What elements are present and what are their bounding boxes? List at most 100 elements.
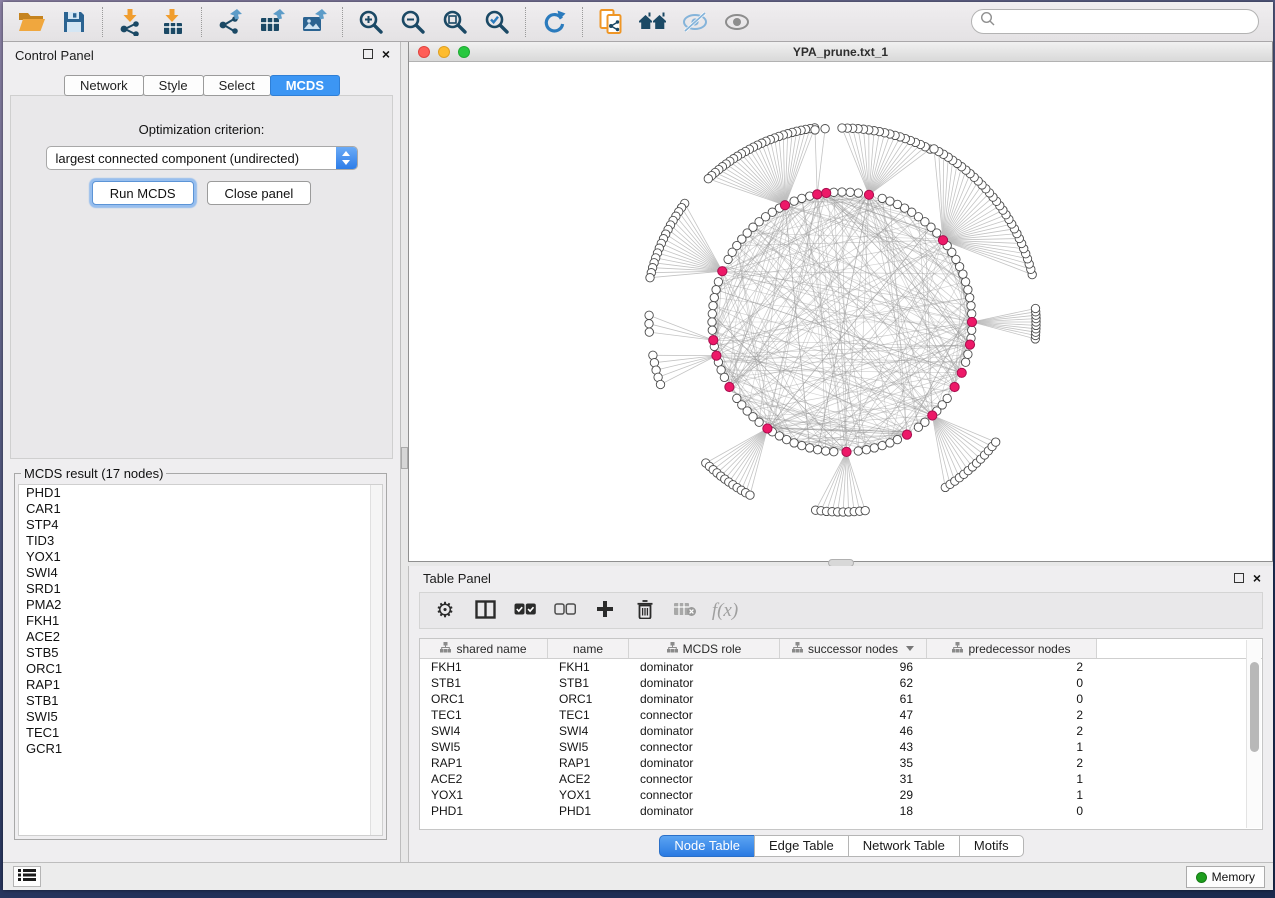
table-row[interactable]: SWI4SWI4dominator462 [420,723,1262,739]
mcds-result-item[interactable]: PHD1 [19,485,382,501]
column-header-predecessor-nodes[interactable]: predecessor nodes [927,639,1097,658]
float-table-panel-icon[interactable] [1234,573,1244,583]
table-cell[interactable]: SWI4 [548,723,629,739]
delete-column-button[interactable] [630,597,660,625]
save-session-button[interactable] [56,6,92,38]
optimization-dropdown[interactable]: largest connected component (undirected) [46,146,358,170]
mcds-result-item[interactable]: RAP1 [19,677,382,693]
show-columns-button[interactable] [470,597,500,625]
refresh-layout-button[interactable] [536,6,572,38]
table-cell[interactable]: 46 [780,723,927,739]
table-cell[interactable]: 61 [780,691,927,707]
table-cell[interactable]: 43 [780,739,927,755]
table-row[interactable]: RAP1RAP1dominator352 [420,755,1262,771]
table-cell[interactable]: TEC1 [420,707,548,723]
table-cell[interactable]: SWI5 [420,739,548,755]
mcds-result-item[interactable]: SRD1 [19,581,382,597]
table-cell[interactable]: ORC1 [548,691,629,707]
hide-selected-button[interactable] [677,6,713,38]
table-row[interactable]: STB1STB1dominator620 [420,675,1262,691]
table-row[interactable]: TEC1TEC1connector472 [420,707,1262,723]
table-cell[interactable]: 1 [927,771,1097,787]
table-cell[interactable]: RAP1 [420,755,548,771]
table-row[interactable]: YOX1YOX1connector291 [420,787,1262,803]
zoom-window-icon[interactable] [458,46,470,58]
table-cell[interactable]: connector [629,707,780,723]
first-neighbors-button[interactable] [635,6,671,38]
mcds-result-item[interactable]: PMA2 [19,597,382,613]
table-cell[interactable]: dominator [629,803,780,819]
table-cell[interactable]: 1 [927,739,1097,755]
function-builder-button[interactable]: f(x) [710,597,740,625]
export-table-button[interactable] [254,6,290,38]
minimize-window-icon[interactable] [438,46,450,58]
tab-mcds[interactable]: MCDS [270,75,340,96]
duplicate-network-button[interactable] [593,6,629,38]
table-cell[interactable]: TEC1 [548,707,629,723]
tab-edge-table[interactable]: Edge Table [754,835,849,857]
float-panel-icon[interactable] [363,49,373,59]
column-header-shared-name[interactable]: shared name [420,639,548,658]
close-window-icon[interactable] [418,46,430,58]
table-cell[interactable]: STB1 [420,675,548,691]
mcds-result-item[interactable]: SWI4 [19,565,382,581]
table-cell[interactable]: 2 [927,723,1097,739]
column-header-successor-nodes[interactable]: successor nodes [780,639,927,658]
tab-select[interactable]: Select [203,75,271,96]
import-network-button[interactable] [113,6,149,38]
table-cell[interactable]: dominator [629,755,780,771]
column-header-MCDS-role[interactable]: MCDS role [629,639,780,658]
close-panel-icon[interactable]: × [382,49,390,59]
table-cell[interactable]: connector [629,771,780,787]
mcds-result-item[interactable]: ACE2 [19,629,382,645]
table-cell[interactable]: SWI5 [548,739,629,755]
tab-network[interactable]: Network [64,75,144,96]
search-input[interactable] [996,14,1258,29]
mcds-result-item[interactable]: FKH1 [19,613,382,629]
table-scrollbar[interactable] [1246,640,1261,828]
mcds-result-item[interactable]: YOX1 [19,549,382,565]
vertical-splitter[interactable] [401,42,408,862]
table-cell[interactable]: 96 [780,659,927,675]
table-cell[interactable]: 31 [780,771,927,787]
table-cell[interactable]: dominator [629,723,780,739]
table-cell[interactable]: 0 [927,803,1097,819]
mcds-list-scrollbar[interactable] [370,485,382,835]
task-history-button[interactable] [13,866,41,887]
table-cell[interactable]: 29 [780,787,927,803]
table-row[interactable]: ORC1ORC1dominator610 [420,691,1262,707]
table-cell[interactable]: 2 [927,755,1097,771]
table-settings-button[interactable]: ⚙ [430,597,460,625]
table-cell[interactable]: 2 [927,707,1097,723]
table-cell[interactable]: YOX1 [548,787,629,803]
import-table-button[interactable] [155,6,191,38]
table-cell[interactable]: FKH1 [420,659,548,675]
tab-style[interactable]: Style [143,75,204,96]
open-file-button[interactable] [14,6,50,38]
export-image-button[interactable] [296,6,332,38]
mcds-result-item[interactable]: ORC1 [19,661,382,677]
run-mcds-button[interactable]: Run MCDS [92,181,194,205]
table-row[interactable]: SWI5SWI5connector431 [420,739,1262,755]
table-cell[interactable]: YOX1 [420,787,548,803]
mcds-result-item[interactable]: TID3 [19,533,382,549]
table-cell[interactable]: connector [629,739,780,755]
table-cell[interactable]: 0 [927,675,1097,691]
show-all-button[interactable] [719,6,755,38]
network-titlebar[interactable]: YPA_prune.txt_1 [409,42,1272,62]
table-cell[interactable]: RAP1 [548,755,629,771]
vertical-splitter-handle[interactable] [401,447,408,469]
memory-button[interactable]: Memory [1186,866,1265,888]
table-cell[interactable]: connector [629,787,780,803]
table-cell[interactable]: ACE2 [420,771,548,787]
zoom-out-button[interactable] [395,6,431,38]
tab-motifs[interactable]: Motifs [959,835,1024,857]
table-row[interactable]: ACE2ACE2connector311 [420,771,1262,787]
mcds-result-item[interactable]: STB5 [19,645,382,661]
table-row[interactable]: PHD1PHD1dominator180 [420,803,1262,819]
table-scrollbar-thumb[interactable] [1250,662,1259,752]
table-cell[interactable]: SWI4 [420,723,548,739]
mcds-result-item[interactable]: CAR1 [19,501,382,517]
delete-table-button[interactable] [670,597,700,625]
close-panel-button[interactable]: Close panel [207,181,312,205]
